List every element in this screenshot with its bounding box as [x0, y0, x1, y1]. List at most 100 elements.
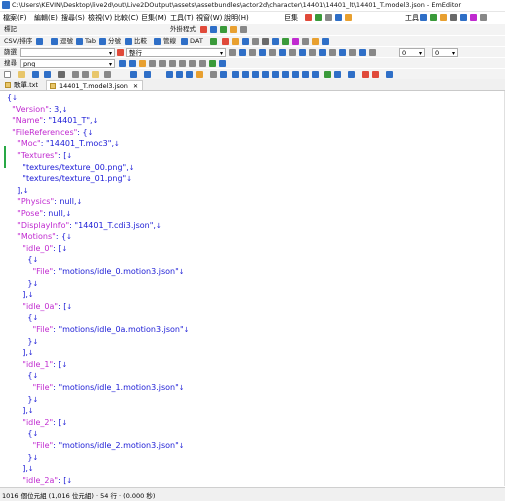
- copy-icon[interactable]: [82, 71, 89, 78]
- find-prev-icon[interactable]: [129, 60, 136, 67]
- csv-extra-icon-12[interactable]: [322, 38, 329, 45]
- filter-opt-icon-11[interactable]: [329, 49, 336, 56]
- comma-icon[interactable]: [51, 38, 58, 45]
- menu-file[interactable]: 檔案(F): [3, 13, 27, 23]
- tools-toolbar-label[interactable]: 工具: [405, 13, 419, 23]
- redo-icon[interactable]: [144, 71, 151, 78]
- view-icon-5[interactable]: [272, 71, 279, 78]
- view-icon-1[interactable]: [232, 71, 239, 78]
- semicolon-button[interactable]: 分號: [108, 37, 121, 45]
- csv-extra-icon-8[interactable]: [282, 38, 289, 45]
- menu-edit[interactable]: 編輯(E): [34, 13, 58, 23]
- pipe-icon[interactable]: [154, 38, 161, 45]
- filter-opt-icon-13[interactable]: [349, 49, 356, 56]
- search-opt-icon-1[interactable]: [149, 60, 156, 67]
- view-icon-2[interactable]: [242, 71, 249, 78]
- text-editor[interactable]: {↓ "Version": 3,↓ "Name": "14401_T",↓ "F…: [0, 91, 505, 486]
- filter-opt-icon-12[interactable]: [339, 49, 346, 56]
- filter-clear-icon[interactable]: [117, 49, 124, 56]
- tool-icon-2[interactable]: [430, 14, 437, 21]
- filter-opt-icon-5[interactable]: [269, 49, 276, 56]
- tool-icon-7[interactable]: [480, 14, 487, 21]
- paste-icon[interactable]: [92, 71, 99, 78]
- dat-button[interactable]: DAT: [190, 37, 203, 45]
- wrap-icon[interactable]: [220, 71, 227, 78]
- view-icon-8[interactable]: [302, 71, 309, 78]
- csv-icon[interactable]: [36, 38, 43, 45]
- filter-opt-icon-7[interactable]: [289, 49, 296, 56]
- macro-record-icon[interactable]: [362, 71, 369, 78]
- run-macro-icon[interactable]: [315, 14, 322, 21]
- plugin-icon-5[interactable]: [240, 26, 247, 33]
- close-tab-icon[interactable]: ✕: [133, 83, 138, 90]
- record-macro-icon[interactable]: [305, 14, 312, 21]
- pipe-button[interactable]: 管線: [163, 37, 176, 45]
- save-all-icon[interactable]: [44, 71, 51, 78]
- filter-opt-icon-6[interactable]: [279, 49, 286, 56]
- filter-opt-icon-4[interactable]: [259, 49, 266, 56]
- macro-options-icon[interactable]: [325, 14, 332, 21]
- macro-toolbar-label[interactable]: 巨集: [284, 13, 298, 23]
- tab-song-list[interactable]: 歌單.txt: [2, 80, 42, 90]
- menu-window[interactable]: 視窗(W): [196, 13, 222, 23]
- view-icon-4[interactable]: [262, 71, 269, 78]
- csv-extra-icon-1[interactable]: [210, 38, 217, 45]
- search-input[interactable]: png: [20, 59, 115, 68]
- comma-button[interactable]: 逗號: [60, 37, 73, 45]
- new-file-icon[interactable]: [4, 71, 11, 78]
- semicolon-icon[interactable]: [99, 38, 106, 45]
- tool-icon-4[interactable]: [450, 14, 457, 21]
- delete-icon[interactable]: [104, 71, 111, 78]
- tool-icon-5[interactable]: [460, 14, 467, 21]
- search-opt-icon-2[interactable]: [159, 60, 166, 67]
- open-folder-icon[interactable]: [18, 71, 25, 78]
- print-icon[interactable]: [58, 71, 65, 78]
- macro-stop-icon[interactable]: [372, 71, 379, 78]
- csv-extra-icon-6[interactable]: [262, 38, 269, 45]
- compare-icon[interactable]: [125, 38, 132, 45]
- search-opt-icon-4[interactable]: [179, 60, 186, 67]
- tool-icon-6[interactable]: [470, 14, 477, 21]
- macro-edit-icon[interactable]: [345, 14, 352, 21]
- filter-input[interactable]: [20, 48, 115, 57]
- view-icon-11[interactable]: [334, 71, 341, 78]
- dat-icon[interactable]: [181, 38, 188, 45]
- macro-save-icon[interactable]: [335, 14, 342, 21]
- view-icon-7[interactable]: [292, 71, 299, 78]
- plugin-icon-2[interactable]: [210, 26, 217, 33]
- menu-compare[interactable]: 比較(C): [114, 13, 138, 23]
- search-opt-icon-6[interactable]: [199, 60, 206, 67]
- find-in-files-icon[interactable]: [186, 71, 193, 78]
- filter-mode-select[interactable]: 整行: [126, 48, 226, 57]
- filter-number-select-2[interactable]: 0: [432, 48, 458, 57]
- view-icon-12[interactable]: [348, 71, 355, 78]
- highlight-icon[interactable]: [139, 60, 146, 67]
- tool-icon-3[interactable]: [440, 14, 447, 21]
- filter-opt-icon-8[interactable]: [299, 49, 306, 56]
- undo-icon[interactable]: [130, 71, 137, 78]
- plugin-icon-4[interactable]: [230, 26, 237, 33]
- replace-icon[interactable]: [176, 71, 183, 78]
- settings-icon[interactable]: [386, 71, 393, 78]
- find-next-icon[interactable]: [119, 60, 126, 67]
- find-icon[interactable]: [166, 71, 173, 78]
- menu-search[interactable]: 搜尋(S): [61, 13, 85, 23]
- paragraph-icon[interactable]: [210, 71, 217, 78]
- filter-opt-icon-3[interactable]: [249, 49, 256, 56]
- menu-help[interactable]: 說明(H): [224, 13, 249, 23]
- plugin-icon-3[interactable]: [220, 26, 227, 33]
- menu-macro[interactable]: 巨集(M): [141, 13, 167, 23]
- filter-opt-icon-9[interactable]: [309, 49, 316, 56]
- csv-extra-icon-3[interactable]: [232, 38, 239, 45]
- plugin-icon-1[interactable]: [200, 26, 207, 33]
- save-icon[interactable]: [32, 71, 39, 78]
- bookmark-icon[interactable]: [196, 71, 203, 78]
- tab-sep-button[interactable]: Tab: [85, 37, 96, 45]
- search-opt-icon-5[interactable]: [189, 60, 196, 67]
- menu-view[interactable]: 檢視(V): [88, 13, 112, 23]
- csv-extra-icon-2[interactable]: [222, 38, 229, 45]
- cut-icon[interactable]: [72, 71, 79, 78]
- csv-extra-icon-10[interactable]: [302, 38, 309, 45]
- menu-tools[interactable]: 工具(T): [170, 13, 194, 23]
- csv-extra-icon-9[interactable]: [292, 38, 299, 45]
